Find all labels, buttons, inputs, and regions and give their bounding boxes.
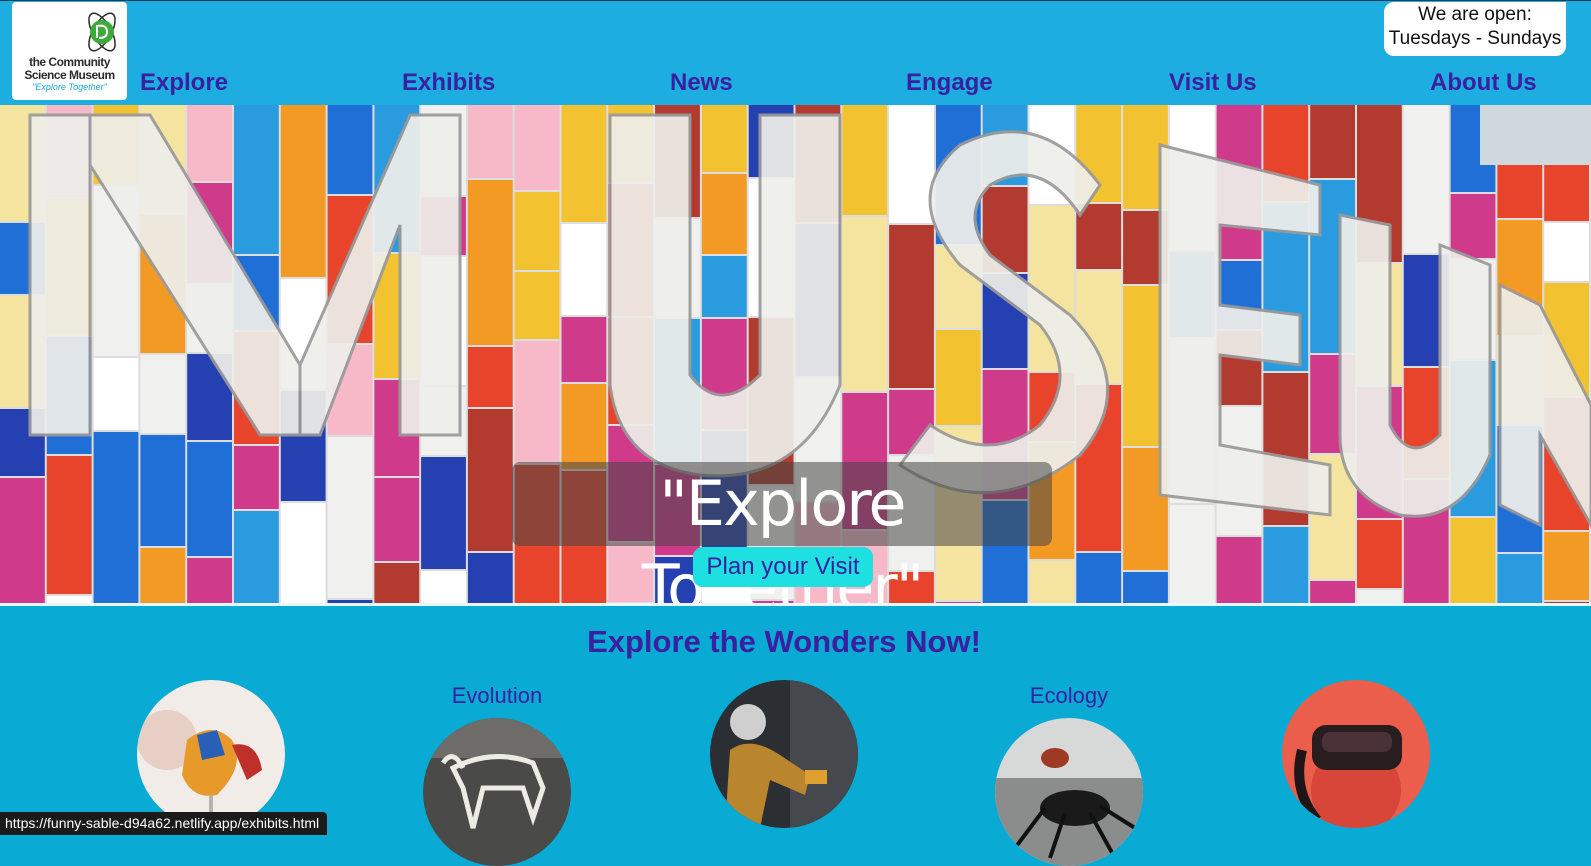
astronaut-image <box>710 680 858 828</box>
facade-panel <box>421 571 466 603</box>
facade-panel <box>1403 105 1449 253</box>
facade-panel <box>1544 532 1589 600</box>
hours-heading: We are open: <box>1418 4 1532 25</box>
facade-panel <box>1169 505 1215 603</box>
logo-tagline: "Explore Together" <box>32 82 107 92</box>
facade-panel <box>1450 194 1496 258</box>
facade-panel <box>1076 553 1122 603</box>
facade-panel <box>327 437 373 598</box>
logo-name-line1: the Community <box>29 55 110 69</box>
facade-panel <box>514 105 560 190</box>
facade-panel <box>93 432 139 603</box>
status-bar-url: https://funny-sable-d94a62.netlify.app/e… <box>0 812 328 835</box>
facade-panel <box>1450 518 1496 603</box>
facade-panel <box>561 224 607 315</box>
facade-panel <box>1497 554 1543 603</box>
hero-banner: "Explore Together" Plan your Visit <box>0 105 1591 603</box>
facade-panel <box>842 105 888 215</box>
facade-panel <box>234 105 279 254</box>
hero-title: "Explore Together" <box>512 462 1052 603</box>
facade-panel <box>1076 204 1122 269</box>
facade-panel <box>514 341 560 463</box>
facade-panel <box>374 563 420 603</box>
heart-model-image <box>137 680 285 828</box>
facade-panel <box>514 192 560 270</box>
facade-panel <box>701 105 747 172</box>
facade-panel <box>1357 520 1402 588</box>
facade-panel <box>327 105 373 194</box>
vr-headset-image <box>1282 680 1430 828</box>
facade-panel <box>514 272 560 339</box>
facade-panel <box>467 180 513 345</box>
facade-panel <box>467 553 513 603</box>
facade-panel <box>187 442 232 556</box>
nav-exhibits[interactable]: Exhibits <box>402 69 495 97</box>
museum-logo[interactable]: the Community Science Museum "Explore To… <box>12 2 127 100</box>
facade-panel <box>374 478 420 561</box>
nav-explore[interactable]: Explore <box>140 69 228 97</box>
facade-panel <box>467 409 513 551</box>
facade-panel <box>1263 527 1309 603</box>
nav-visit-us[interactable]: Visit Us <box>1169 69 1257 97</box>
facade-panel <box>280 503 326 603</box>
facade-panel <box>46 596 92 603</box>
facade-panel <box>1310 581 1355 603</box>
nav-engage[interactable]: Engage <box>906 69 993 97</box>
hours-days: Tuesdays - Sundays <box>1388 28 1562 49</box>
facade-panel <box>561 317 607 382</box>
facade-panel <box>889 225 934 388</box>
sky-area <box>1480 105 1591 165</box>
facade-panel <box>561 105 607 222</box>
facade-panel <box>1310 105 1355 178</box>
nav-about-us[interactable]: About Us <box>1430 69 1537 97</box>
facade-panel <box>1123 572 1168 603</box>
facade-panel <box>187 105 232 181</box>
logo-name-line2: Science Museum <box>24 68 115 82</box>
facade-panel <box>1029 561 1075 603</box>
plan-visit-button[interactable]: Plan your Visit <box>693 547 873 587</box>
hero-divider <box>0 603 1591 606</box>
section-title: Explore the Wonders Now! <box>587 624 981 659</box>
exhibit-space-thumbnail[interactable] <box>710 680 858 828</box>
facade-panel <box>280 105 326 277</box>
facade-panel <box>140 435 186 546</box>
facade-panel <box>140 548 186 603</box>
facade-panel <box>93 358 139 430</box>
facade-panel <box>46 456 92 594</box>
exhibit-label-evolution[interactable]: Evolution <box>397 683 597 709</box>
nav-news[interactable]: News <box>670 69 733 97</box>
facade-panel <box>467 105 513 178</box>
facade-panel <box>701 174 747 254</box>
atom-logo-icon <box>88 12 116 52</box>
facade-panel <box>0 478 45 603</box>
site-header: the Community Science Museum "Explore To… <box>0 0 1591 106</box>
facade-panel <box>140 355 186 433</box>
facade-panel <box>234 511 279 603</box>
skeleton-image <box>423 718 571 866</box>
facade-panel <box>701 256 747 317</box>
facade-panel <box>467 347 513 407</box>
facade-panel <box>1544 223 1589 281</box>
exhibit-label-ecology[interactable]: Ecology <box>969 683 1169 709</box>
opening-hours-box: We are open: Tuesdays - Sundays <box>1384 2 1566 56</box>
facade-panel <box>187 558 232 603</box>
exhibit-vr-thumbnail[interactable] <box>1282 680 1430 828</box>
facade-panel <box>561 384 607 469</box>
facade-panel <box>842 217 888 391</box>
exhibit-anatomy-thumbnail[interactable] <box>137 680 285 828</box>
facade-panel <box>234 446 279 509</box>
facade-panel <box>1216 537 1262 603</box>
facade-panel <box>1357 590 1402 603</box>
exhibit-evolution-thumbnail[interactable] <box>423 718 571 866</box>
exhibit-ecology-thumbnail[interactable] <box>995 718 1143 866</box>
facade-panel <box>421 457 466 569</box>
giant-ant-image <box>995 718 1143 866</box>
facade-panel <box>935 330 981 425</box>
facade-panel <box>889 105 934 223</box>
